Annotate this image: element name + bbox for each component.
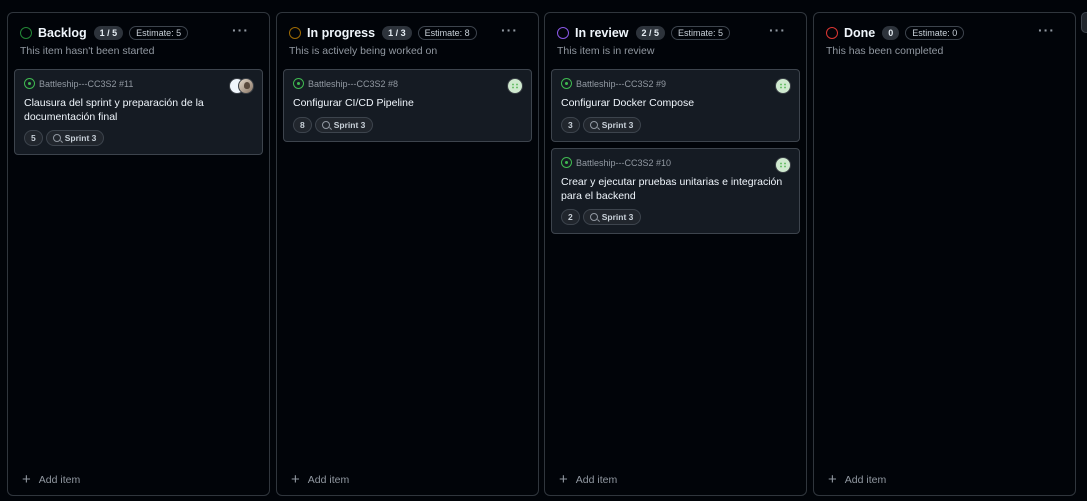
card-repo-label: Battleship---CC3S2 #11 xyxy=(39,78,134,89)
status-dot-icon xyxy=(826,27,838,39)
assignee-avatar[interactable] xyxy=(775,157,791,173)
add-column-button[interactable] xyxy=(1081,12,1087,33)
item-count-badge: 1 / 5 xyxy=(93,26,124,40)
add-item-button[interactable]: + Add item xyxy=(559,471,618,488)
card-meta: 5 Sprint 3 xyxy=(24,130,105,146)
iteration-icon xyxy=(589,121,598,129)
column-header: Done 0 Estimate: 0 ··· xyxy=(826,22,1063,42)
estimate-pill: 5 xyxy=(24,130,43,146)
issue-card[interactable]: Battleship---CC3S2 #8 Configurar CI/CD P… xyxy=(283,69,532,142)
assignee-avatar[interactable] xyxy=(507,78,523,94)
assignee-avatar[interactable] xyxy=(238,78,254,94)
sprint-label: Sprint 3 xyxy=(601,120,634,130)
card-meta: 2 Sprint 3 xyxy=(561,209,642,225)
status-dot-icon xyxy=(557,27,569,39)
iteration-icon xyxy=(321,121,330,129)
issue-opened-icon xyxy=(561,157,572,168)
add-item-label: Add item xyxy=(844,474,887,486)
column-done: Done 0 Estimate: 0 ··· This has been com… xyxy=(813,12,1076,496)
issue-card[interactable]: Battleship---CC3S2 #9 Configurar Docker … xyxy=(551,69,800,142)
estimate-pill: 3 xyxy=(561,117,580,133)
column-backlog: Backlog 1 / 5 Estimate: 5 ··· This item … xyxy=(7,12,270,496)
column-menu-icon[interactable]: ··· xyxy=(1038,22,1055,38)
plus-icon: + xyxy=(828,471,837,488)
status-dot-icon xyxy=(20,27,32,39)
iteration-icon xyxy=(589,213,598,221)
issue-opened-icon xyxy=(24,78,35,89)
column-header: In review 2 / 5 Estimate: 5 ··· xyxy=(557,22,794,42)
issue-opened-icon xyxy=(561,78,572,89)
add-item-label: Add item xyxy=(38,474,81,486)
card-title[interactable]: Clausura del sprint y preparación de la … xyxy=(24,97,250,124)
column-menu-icon[interactable]: ··· xyxy=(769,22,786,38)
column-description: This item is in review xyxy=(557,45,655,57)
column-menu-icon[interactable]: ··· xyxy=(232,22,249,38)
card-title[interactable]: Configurar Docker Compose xyxy=(561,97,787,111)
estimate-pill: 8 xyxy=(293,117,312,133)
card-title[interactable]: Crear y ejecutar pruebas unitarias e int… xyxy=(561,176,787,203)
assignee-avatar[interactable] xyxy=(775,78,791,94)
column-description: This has been completed xyxy=(826,45,944,57)
card-repo: Battleship---CC3S2 #9 xyxy=(561,78,666,89)
column-in-review: In review 2 / 5 Estimate: 5 ··· This ite… xyxy=(544,12,807,496)
add-item-button[interactable]: + Add item xyxy=(828,471,887,488)
estimate-badge: Estimate: 0 xyxy=(905,26,965,40)
estimate-pill: 2 xyxy=(561,209,580,225)
sprint-label: Sprint 3 xyxy=(64,133,97,143)
column-description: This is actively being worked on xyxy=(289,45,438,57)
column-in-progress: In progress 1 / 3 Estimate: 8 ··· This i… xyxy=(276,12,539,496)
sprint-label: Sprint 3 xyxy=(333,120,366,130)
sprint-pill: Sprint 3 xyxy=(582,117,642,133)
column-title: In progress xyxy=(307,26,376,40)
iteration-icon xyxy=(52,134,61,142)
sprint-pill: Sprint 3 xyxy=(45,130,105,146)
card-meta: 3 Sprint 3 xyxy=(561,117,642,133)
estimate-badge: Estimate: 5 xyxy=(129,26,189,40)
column-header: Backlog 1 / 5 Estimate: 5 ··· xyxy=(20,22,257,42)
card-repo-label: Battleship---CC3S2 #9 xyxy=(576,78,667,89)
plus-icon: + xyxy=(559,471,568,488)
estimate-badge: Estimate: 5 xyxy=(671,26,731,40)
issue-card[interactable]: Battleship---CC3S2 #10 Crear y ejecutar … xyxy=(551,148,800,234)
card-repo-label: Battleship---CC3S2 #10 xyxy=(576,157,672,168)
column-title: Done xyxy=(844,26,876,40)
sprint-pill: Sprint 3 xyxy=(314,117,374,133)
item-count-badge: 0 xyxy=(882,26,900,40)
column-description: This item hasn't been started xyxy=(20,45,155,57)
issue-opened-icon xyxy=(293,78,304,89)
column-title: Backlog xyxy=(38,26,87,40)
status-dot-icon xyxy=(289,27,301,39)
card-title[interactable]: Configurar CI/CD Pipeline xyxy=(293,97,519,111)
add-item-label: Add item xyxy=(575,474,618,486)
column-menu-icon[interactable]: ··· xyxy=(501,22,518,38)
estimate-badge: Estimate: 8 xyxy=(417,26,477,40)
add-item-button[interactable]: + Add item xyxy=(22,471,81,488)
card-repo: Battleship---CC3S2 #11 xyxy=(24,78,133,89)
issue-card[interactable]: Battleship---CC3S2 #11 Clausura del spri… xyxy=(14,69,263,155)
card-repo: Battleship---CC3S2 #10 xyxy=(561,157,671,168)
add-item-label: Add item xyxy=(307,474,350,486)
plus-icon: + xyxy=(22,471,31,488)
sprint-label: Sprint 3 xyxy=(601,212,634,222)
add-item-button[interactable]: + Add item xyxy=(291,471,350,488)
card-repo-label: Battleship---CC3S2 #8 xyxy=(308,78,399,89)
card-meta: 8 Sprint 3 xyxy=(293,117,374,133)
item-count-badge: 1 / 3 xyxy=(382,26,412,40)
column-title: In review xyxy=(575,26,629,40)
card-repo: Battleship---CC3S2 #8 xyxy=(293,78,398,89)
plus-icon: + xyxy=(291,471,300,488)
sprint-pill: Sprint 3 xyxy=(582,209,642,225)
item-count-badge: 2 / 5 xyxy=(635,26,666,40)
column-header: In progress 1 / 3 Estimate: 8 ··· xyxy=(289,22,526,42)
